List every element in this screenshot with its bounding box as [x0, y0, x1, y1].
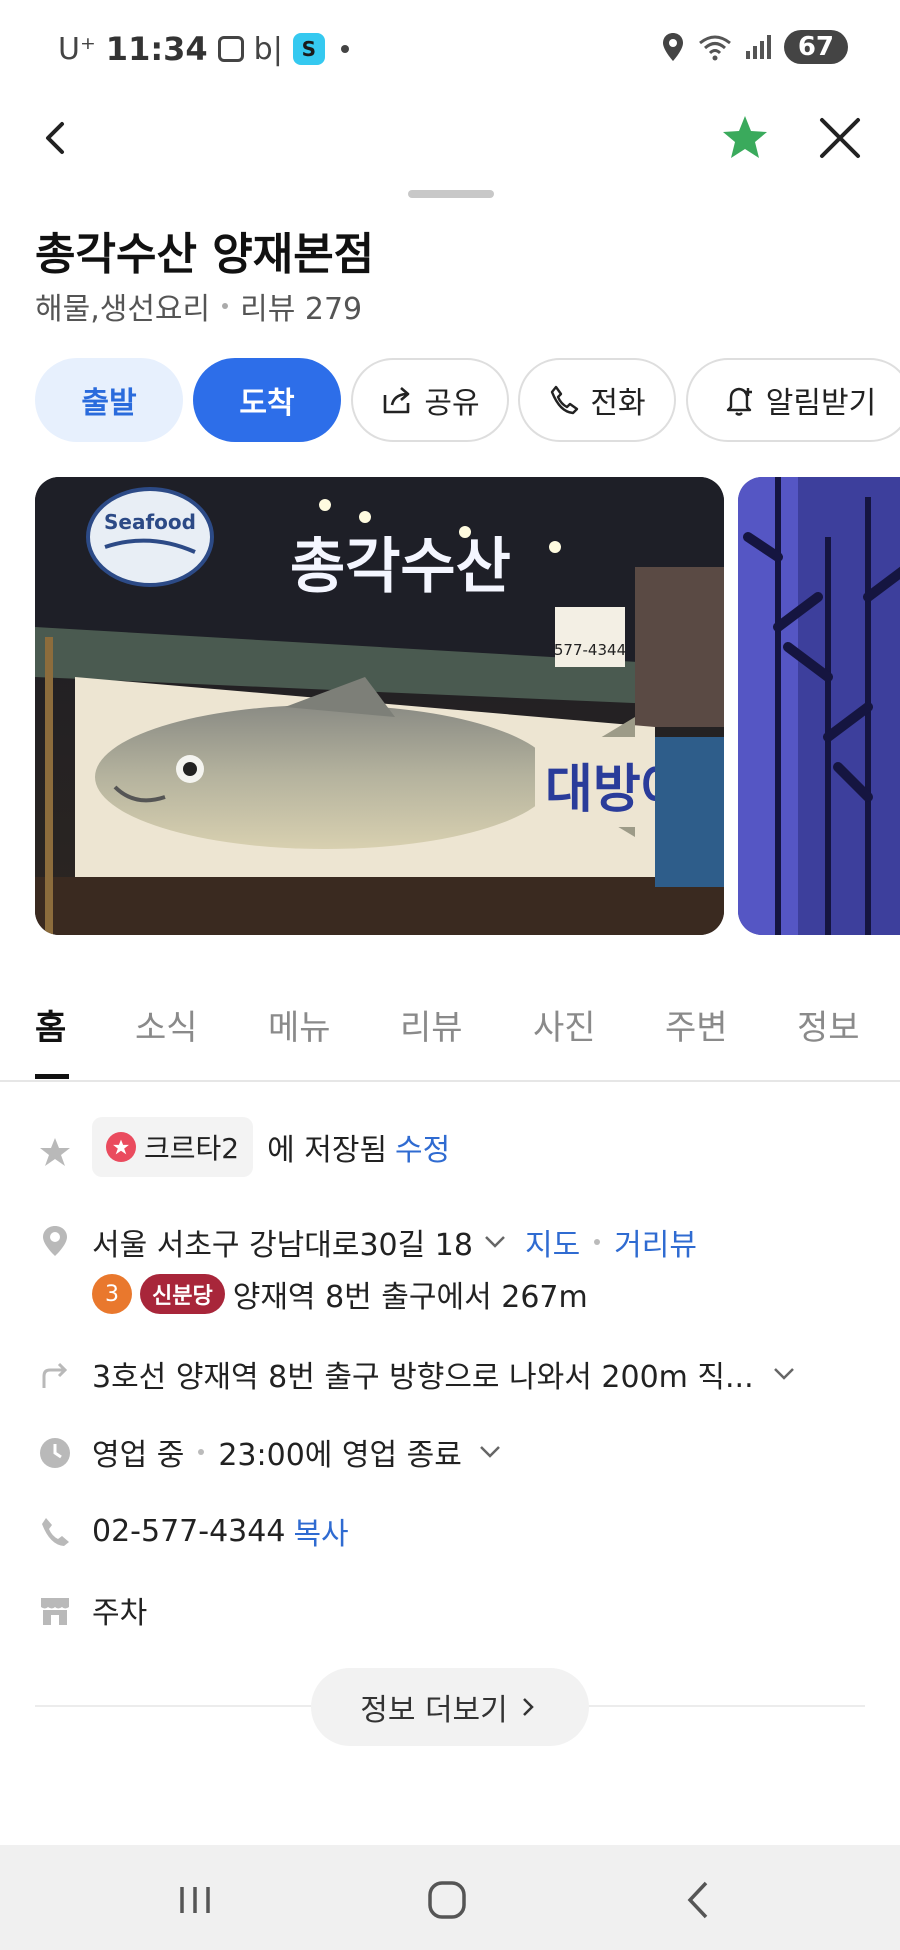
sign-phone-text: 577-4344: [554, 641, 626, 659]
status-left: U⁺ 11:34 b| S: [58, 30, 349, 68]
clock-icon: [40, 1438, 70, 1468]
bell-plus-icon: [726, 387, 752, 416]
parking-row: 주차: [0, 1588, 900, 1638]
status-right: 67: [660, 30, 848, 64]
phone-icon: [42, 1518, 69, 1546]
notify-label: 알림받기: [765, 386, 877, 421]
phone-row: 02-577-4344 복사: [0, 1509, 900, 1559]
subway-line-3-badge: 3: [92, 1274, 132, 1314]
street-view-link[interactable]: 거리뷰: [614, 1220, 697, 1264]
close-icon[interactable]: [810, 108, 870, 168]
chevron-down-icon[interactable]: [770, 1360, 798, 1388]
share-icon: [384, 387, 410, 414]
tab-photos[interactable]: 사진: [533, 1000, 596, 1049]
interior-photo-art: [738, 477, 900, 935]
place-title: 총각수산 양재본점: [35, 229, 375, 280]
saved-status-text: 에 저장됨: [267, 1133, 388, 1168]
chevron-down-icon[interactable]: [481, 1228, 509, 1256]
saved-list-chip[interactable]: 크르타2: [92, 1117, 254, 1177]
open-status-text: 영업 중: [92, 1438, 185, 1473]
more-info-label: 정보 더보기: [360, 1693, 508, 1728]
clock-time: 11:34: [105, 30, 208, 68]
chevron-right-icon: [522, 1698, 534, 1716]
phone-icon: [551, 385, 579, 415]
parking-text: 주차: [92, 1596, 148, 1631]
station-line: 3 신분당 양재역 8번 출구에서 267m: [92, 1272, 588, 1316]
sheet-drag-handle[interactable]: [408, 190, 494, 198]
arrive-label: 도착: [239, 386, 295, 421]
saved-list-star-icon: [106, 1132, 136, 1162]
storefront-photo[interactable]: Seafood 총각수산 577-4344 대방어: [35, 477, 724, 935]
separator-dot: [222, 303, 229, 309]
wifi-icon: [698, 35, 731, 61]
tab-info[interactable]: 정보: [797, 1000, 860, 1049]
call-label: 전화: [590, 386, 646, 421]
saved-list-name: 크르타2: [144, 1132, 240, 1165]
address-line: 서울 서초구 강남대로30길 18 지도 거리뷰: [92, 1220, 697, 1264]
tab-reviews[interactable]: 리뷰: [400, 1000, 463, 1049]
more-notifications-dot: [340, 45, 349, 53]
recent-apps-icon[interactable]: [170, 1875, 220, 1925]
interior-photo[interactable]: [738, 477, 900, 935]
saved-row: 크르타2 에 저장됨 수정: [0, 1117, 900, 1187]
shinbundang-line-badge: 신분당: [140, 1274, 225, 1314]
place-category: 해물,생선요리: [35, 292, 211, 327]
call-button[interactable]: 전화: [518, 358, 676, 442]
directions-text: 3호선 양재역 8번 출구 방향으로 나와서 200m 직...: [92, 1360, 754, 1395]
hours-row[interactable]: 영업 중 23:00에 영업 종료: [0, 1430, 900, 1480]
share-label: 공유: [424, 386, 480, 421]
status-extra-text: b|: [253, 31, 283, 67]
favorite-star-icon[interactable]: [715, 108, 775, 168]
tab-bar: 홈 소식 메뉴 리뷰 사진 주변 정보: [0, 1000, 900, 1082]
more-info-button[interactable]: 정보 더보기: [311, 1668, 589, 1746]
tab-news[interactable]: 소식: [135, 1000, 198, 1049]
storefront-photo-art: Seafood 총각수산 577-4344 대방어: [35, 477, 724, 935]
back-arrow-icon[interactable]: [28, 108, 88, 168]
edit-saved-link[interactable]: 수정: [395, 1125, 450, 1169]
signal-icon: [745, 35, 771, 59]
copy-phone-link[interactable]: 복사: [293, 1509, 348, 1553]
star-icon: [40, 1138, 70, 1166]
tab-nearby[interactable]: 주변: [665, 1000, 728, 1049]
tab-menu[interactable]: 메뉴: [268, 1000, 331, 1049]
notify-button[interactable]: 알림받기: [686, 358, 900, 442]
separator-dot: [594, 1239, 601, 1245]
home-icon[interactable]: [422, 1875, 472, 1925]
review-count[interactable]: 리뷰 279: [240, 284, 362, 328]
place-subtitle: 해물,생선요리 리뷰 279: [35, 284, 362, 328]
location-icon: [662, 33, 683, 61]
system-navigation-bar: [0, 1845, 900, 1950]
arrive-button[interactable]: 도착: [193, 358, 341, 442]
carrier-label: U⁺: [58, 31, 96, 67]
separator-dot: [198, 1449, 205, 1455]
closing-time-text: 23:00에 영업 종료: [218, 1438, 462, 1473]
turn-right-arrow-icon: [42, 1362, 68, 1388]
top-nav-bar: [0, 100, 900, 190]
station-distance-text: 양재역 8번 출구에서 267m: [232, 1280, 588, 1315]
depart-label: 출발: [81, 386, 137, 421]
status-bar: U⁺ 11:34 b| S 67: [0, 0, 900, 100]
store-icon: [41, 1598, 69, 1625]
action-button-row: 출발 도착 공유 전화 알림받기: [35, 358, 900, 442]
saved-row-content: 크르타2 에 저장됨 수정: [92, 1117, 450, 1177]
neon-sign-text: 총각수산: [290, 532, 511, 602]
seafood-badge-text: Seafood: [104, 510, 196, 534]
chevron-down-icon[interactable]: [476, 1438, 504, 1466]
location-pin-icon: [43, 1226, 67, 1256]
map-link[interactable]: 지도: [525, 1220, 580, 1264]
phone-number[interactable]: 02-577-4344: [92, 1514, 285, 1549]
depart-button[interactable]: 출발: [35, 358, 183, 442]
battery-indicator: 67: [783, 30, 848, 64]
address-text: 서울 서초구 강남대로30길 18: [92, 1228, 473, 1263]
back-icon[interactable]: [674, 1875, 724, 1925]
address-row: 서울 서초구 강남대로30길 18 지도 거리뷰 3 신분당 양재역 8번 출구…: [0, 1220, 900, 1330]
screenshot-icon: [217, 36, 244, 62]
share-button[interactable]: 공유: [351, 358, 509, 442]
directions-row[interactable]: 3호선 양재역 8번 출구 방향으로 나와서 200m 직...: [0, 1352, 900, 1402]
tab-home[interactable]: 홈: [35, 1000, 66, 1049]
app-notification-icon: S: [292, 33, 325, 65]
active-tab-indicator: [35, 1074, 69, 1079]
